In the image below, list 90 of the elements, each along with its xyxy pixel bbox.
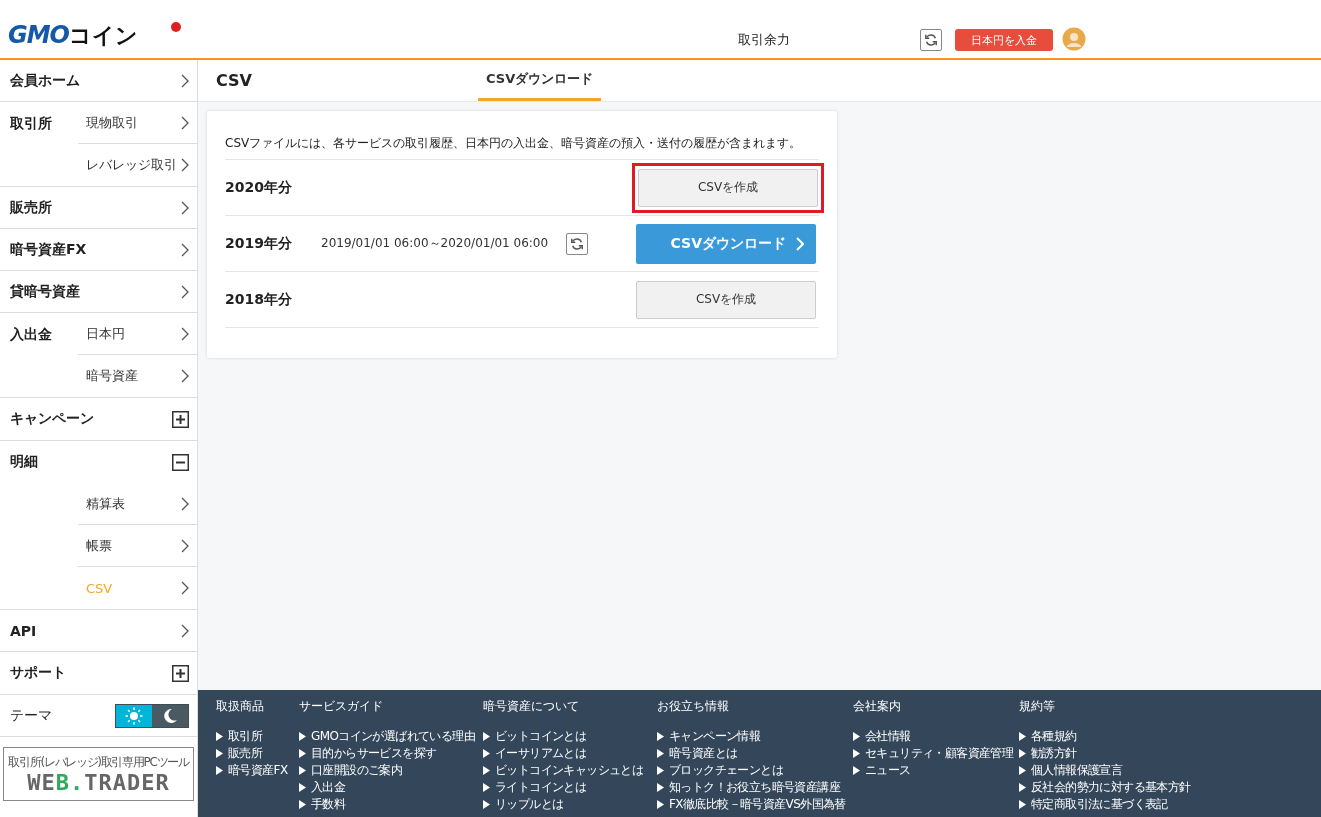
footer-heading: 規約等 <box>1019 700 1056 712</box>
refresh-icon <box>570 236 585 251</box>
footer-link[interactable]: ライトコインとは <box>483 779 657 796</box>
minus-box-icon <box>172 453 189 471</box>
refresh-button[interactable] <box>566 232 589 255</box>
footer-heading: 会社案内 <box>853 700 902 712</box>
year-label: 2018年分 <box>225 290 293 309</box>
footer-link[interactable]: ブロックチェーンとは <box>657 762 853 779</box>
create-csv-button[interactable]: CSVを作成 <box>636 280 816 319</box>
sidebar-subitem[interactable]: 精算表 <box>78 483 197 525</box>
chevron-icon <box>181 73 189 88</box>
footer-link[interactable]: 入出金 <box>299 779 483 796</box>
sidebar-group-label: 取引所 <box>9 114 53 133</box>
card-note: CSVファイルには、各サービスの取引履歴、日本円の入出金、暗号資産の預入・送付の履歴が含まれます。 <box>225 135 819 160</box>
banner-title: WEB.TRADER <box>27 770 170 795</box>
year-label: 2019年分 <box>225 234 293 253</box>
refresh-icon <box>924 33 938 47</box>
sidebar-group-label: 入出金 <box>9 325 53 344</box>
footer-link[interactable]: キャンペーン情報 <box>657 728 853 745</box>
web-trader-banner[interactable]: 取引所(レバレッジ)取引専用PCツール WEB.TRADER <box>3 747 194 801</box>
footer-link[interactable]: ビットコインとは <box>483 728 657 745</box>
sidebar-subitem[interactable]: 帳票 <box>78 525 197 567</box>
sidebar-subitem[interactable]: 現物取引 <box>78 102 197 144</box>
sidebar-item[interactable]: 明細 <box>0 441 197 483</box>
chevron-icon <box>181 623 189 638</box>
footer-link[interactable]: 手数料 <box>299 796 483 813</box>
period-text: 2019/01/01 06:00～2020/01/01 06:00 <box>321 235 549 252</box>
chevron-icon <box>181 284 189 299</box>
footer-link[interactable]: ビットコインキャッシュとは <box>483 762 657 779</box>
deposit-button[interactable]: 日本円を入金 <box>955 29 1053 51</box>
sidebar-item[interactable]: 暗号資産FX <box>0 229 197 271</box>
sidebar-subitem[interactable]: 暗号資産 <box>78 355 197 397</box>
footer-heading: サービスガイド <box>299 700 384 712</box>
chevron-icon <box>181 115 189 130</box>
plus-box-icon <box>172 664 189 682</box>
footer-link[interactable]: 暗号資産FX <box>216 762 299 779</box>
sidebar-item[interactable]: キャンペーン <box>0 398 197 440</box>
chevron-icon <box>181 242 189 257</box>
dark-theme-button[interactable] <box>152 704 188 727</box>
footer-link[interactable]: GMOコインが選ばれている理由 <box>299 728 483 745</box>
footer-link[interactable]: イーサリアムとは <box>483 745 657 762</box>
theme-label: テーマ <box>10 706 52 725</box>
sidebar-item[interactable]: サポート <box>0 652 197 694</box>
plus-box-icon <box>172 410 189 428</box>
footer-link[interactable]: 各種規約 <box>1019 728 1191 745</box>
logo-name[interactable]: コイン <box>69 21 138 51</box>
footer-link[interactable]: 勧誘方針 <box>1019 745 1191 762</box>
banner-caption: 取引所(レバレッジ)取引専用PCツール <box>8 753 189 771</box>
footer-link[interactable]: 暗号資産とは <box>657 745 853 762</box>
footer-link[interactable]: 目的からサービスを探す <box>299 745 483 762</box>
chevron-icon <box>181 326 189 341</box>
sidebar-subitem[interactable]: 日本円 <box>78 313 197 355</box>
year-label: 2020年分 <box>225 178 293 197</box>
sidebar-subitem[interactable]: レバレッジ取引 <box>78 144 197 186</box>
chevron-icon <box>796 236 804 251</box>
footer-heading: お役立ち情報 <box>657 700 730 712</box>
footer-link[interactable]: 取引所 <box>216 728 299 745</box>
footer-link[interactable]: 販売所 <box>216 745 299 762</box>
footer-link[interactable]: リップルとは <box>483 796 657 813</box>
moon-icon <box>162 707 178 724</box>
sun-icon <box>125 706 143 725</box>
sidebar-item[interactable]: 販売所 <box>0 187 197 229</box>
footer-link[interactable]: 口座開設のご案内 <box>299 762 483 779</box>
theme-toggle[interactable] <box>115 703 189 728</box>
chevron-icon <box>181 496 189 511</box>
footer-heading: 暗号資産について <box>483 700 580 712</box>
light-theme-button[interactable] <box>116 704 152 727</box>
balance-label: 取引余力 <box>738 31 791 49</box>
chevron-icon <box>181 158 189 172</box>
sidebar-item[interactable]: 会員ホーム <box>0 60 197 102</box>
sidebar-item[interactable]: 貸暗号資産 <box>0 271 197 313</box>
sidebar-item[interactable]: API <box>0 610 197 652</box>
footer-heading: 取扱商品 <box>216 700 265 712</box>
footer-link[interactable]: 知っトク！お役立ち暗号資産講座 <box>657 779 853 796</box>
page-title: CSV <box>216 71 253 90</box>
footer-link[interactable]: FX徹底比較－暗号資産VS外国為替 <box>657 796 853 813</box>
chevron-icon <box>181 369 189 383</box>
create-csv-button[interactable]: CSVを作成 <box>638 168 818 207</box>
logo-brand[interactable]: GMO <box>8 21 69 49</box>
footer-link[interactable]: 会社情報 <box>853 728 1019 745</box>
refresh-button[interactable] <box>920 29 942 51</box>
chevron-icon <box>181 581 189 595</box>
logo-dot-icon <box>171 22 181 32</box>
footer-link[interactable]: 反社会的勢力に対する基本方針 <box>1019 779 1191 796</box>
footer-link[interactable]: 特定商取引法に基づく表記 <box>1019 796 1191 813</box>
chevron-icon <box>181 538 189 553</box>
chevron-icon <box>181 200 189 215</box>
footer-link[interactable]: セキュリティ・顧客資産管理 <box>853 745 1019 762</box>
footer-link[interactable]: ニュース <box>853 762 1019 779</box>
footer-link[interactable]: 個人情報保護宣言 <box>1019 762 1191 779</box>
